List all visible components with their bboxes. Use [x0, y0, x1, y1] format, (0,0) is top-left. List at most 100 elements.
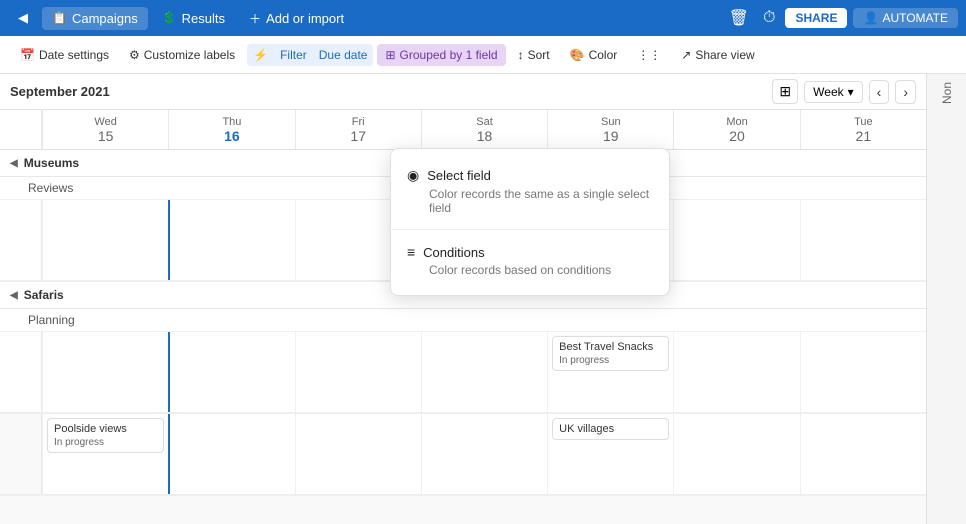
grouped-button[interactable]: ⊞ Grouped by 1 field: [377, 44, 505, 66]
conditions-title: ≡ Conditions: [407, 244, 653, 260]
date-settings-icon: 📅: [20, 48, 35, 62]
uk-villages-title: UK villages: [559, 423, 662, 435]
row-label-empty: [0, 200, 42, 280]
nav-tab-campaigns[interactable]: 📋 Campaigns: [42, 7, 148, 30]
dropdown-conditions[interactable]: ≡ Conditions Color records based on cond…: [391, 234, 669, 287]
add-icon: ＋: [249, 10, 261, 27]
color-dropdown: ◉ Select field Color records the same as…: [390, 148, 670, 296]
campaigns-icon: 📋: [52, 11, 67, 25]
main-area: September 2021 ⊞ Week ▾ ‹ › Wed 15 Thu 1…: [0, 74, 966, 524]
back-icon: ◀: [18, 10, 28, 26]
day-name-mon: Mon: [726, 116, 747, 128]
results-icon: 💲: [162, 11, 177, 25]
day-name-tue: Tue: [854, 116, 873, 128]
cell-thu-reviews[interactable]: [168, 200, 294, 280]
nav-tab-results[interactable]: 💲 Results: [152, 7, 235, 30]
day-col-sun: Sun 19: [547, 110, 673, 149]
day-num-18: 18: [477, 128, 493, 144]
history-icon[interactable]: ⏱: [759, 7, 779, 29]
nav-tab-back[interactable]: ◀: [8, 6, 38, 30]
day-num-17: 17: [350, 128, 366, 144]
sort-button[interactable]: ↕ Sort: [510, 44, 558, 66]
calendar-header: September 2021 ⊞ Week ▾ ‹ ›: [0, 74, 926, 110]
cell-sat-poolside[interactable]: [421, 414, 547, 494]
non-label: Non: [940, 82, 954, 104]
row-label-poolside: [0, 414, 42, 494]
day-col-wed: Wed 15: [42, 110, 168, 149]
cell-mon-reviews[interactable]: [673, 200, 799, 280]
add-import-label: Add or import: [266, 11, 344, 26]
day-col-sat: Sat 18: [421, 110, 547, 149]
dropdown-divider: [391, 229, 669, 230]
date-settings-label: Date settings: [39, 48, 109, 62]
day-name-thu: Thu: [222, 116, 241, 128]
nav-right: 🗑 ⏱ SHARE 👤 AUTOMATE: [725, 6, 958, 30]
sort-label: Sort: [528, 48, 550, 62]
day-num-20: 20: [729, 128, 745, 144]
cell-sat-planning[interactable]: [421, 332, 547, 412]
due-date-label: Due date: [313, 44, 374, 66]
select-field-title: ◉ Select field: [407, 167, 653, 184]
cell-fri-planning[interactable]: [295, 332, 421, 412]
cell-sun-planning[interactable]: Best Travel Snacks In progress: [547, 332, 673, 412]
sort-icon: ↕: [518, 48, 524, 62]
campaigns-label: Campaigns: [72, 11, 138, 26]
day-name-wed: Wed: [94, 116, 116, 128]
prev-week-button[interactable]: ‹: [869, 80, 890, 104]
filter-due-date[interactable]: ⚡ Filter Due date: [247, 44, 373, 66]
share-view-button[interactable]: ↗ Share view: [673, 44, 762, 66]
event-status: In progress: [559, 355, 662, 366]
week-view-button[interactable]: Week ▾: [804, 81, 863, 103]
event-title: Best Travel Snacks: [559, 341, 662, 353]
cell-tue-poolside[interactable]: [800, 414, 926, 494]
date-settings-button[interactable]: 📅 Date settings: [12, 44, 117, 66]
conditions-icon: ≡: [407, 244, 415, 260]
grid-view-icon[interactable]: ⊞: [772, 79, 798, 104]
select-field-label: Select field: [427, 168, 491, 183]
event-poolside-views[interactable]: Poolside views In progress: [47, 418, 164, 453]
automate-button[interactable]: 👤 AUTOMATE: [853, 8, 958, 28]
group-safaris: ◀ Safaris Planning Best Travel Snacks: [0, 282, 926, 414]
select-field-desc: Color records the same as a single selec…: [407, 187, 653, 215]
columns-icon: ⋮⋮: [637, 48, 661, 62]
cell-tue-reviews[interactable]: [800, 200, 926, 280]
poolside-status: In progress: [54, 437, 157, 448]
day-num-21: 21: [856, 128, 872, 144]
cell-thu-poolside[interactable]: [168, 414, 294, 494]
cell-mon-planning[interactable]: [673, 332, 799, 412]
dropdown-select-field[interactable]: ◉ Select field Color records the same as…: [391, 157, 669, 225]
poolside-row: Poolside views In progress UK villages: [0, 414, 926, 496]
day-num-16: 16: [224, 128, 240, 144]
cell-sun-poolside[interactable]: UK villages: [547, 414, 673, 494]
group-safaris-label: Safaris: [24, 288, 64, 302]
nav-tab-add-import[interactable]: ＋ Add or import: [239, 6, 354, 31]
cell-mon-poolside[interactable]: [673, 414, 799, 494]
right-panel: Non: [926, 74, 966, 524]
customize-labels-button[interactable]: ⚙ Customize labels: [121, 44, 243, 66]
next-week-button[interactable]: ›: [895, 80, 916, 104]
event-uk-villages[interactable]: UK villages: [552, 418, 669, 440]
cell-wed-planning[interactable]: [42, 332, 168, 412]
filter-icon: ⚡: [247, 44, 274, 66]
cell-wed-reviews[interactable]: [42, 200, 168, 280]
cell-fri-poolside[interactable]: [295, 414, 421, 494]
customize-labels-label: Customize labels: [144, 48, 235, 62]
conditions-desc: Color records based on conditions: [407, 263, 653, 277]
results-label: Results: [182, 11, 225, 26]
day-col-mon: Mon 20: [673, 110, 799, 149]
cell-wed-poolside[interactable]: Poolside views In progress: [42, 414, 168, 494]
trash-icon[interactable]: 🗑: [725, 6, 753, 30]
columns-button[interactable]: ⋮⋮: [629, 44, 669, 66]
color-icon: 🎨: [570, 48, 585, 62]
event-best-travel-snacks[interactable]: Best Travel Snacks In progress: [552, 336, 669, 371]
select-field-icon: ◉: [407, 167, 419, 184]
cell-thu-planning[interactable]: [168, 332, 294, 412]
toolbar: 📅 Date settings ⚙ Customize labels ⚡ Fil…: [0, 36, 966, 74]
chevron-down-icon: ▾: [848, 85, 854, 99]
day-name-fri: Fri: [352, 116, 365, 128]
color-label: Color: [589, 48, 618, 62]
collapse-museums-icon: ◀: [10, 158, 18, 169]
cell-tue-planning[interactable]: [800, 332, 926, 412]
share-button[interactable]: SHARE: [785, 8, 847, 28]
color-button[interactable]: 🎨 Color: [562, 44, 626, 66]
